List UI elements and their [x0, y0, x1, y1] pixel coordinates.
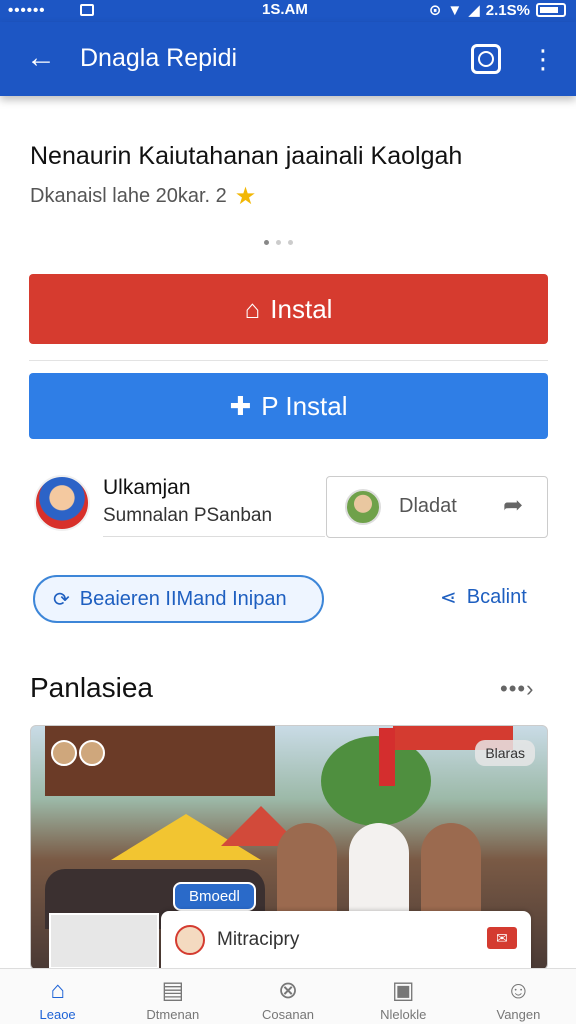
chat-avatar — [175, 925, 205, 955]
divider — [29, 360, 548, 361]
nav-item-profile[interactable]: ☺ Vangen — [461, 969, 576, 1024]
document-icon: ▣ — [391, 977, 415, 1004]
section-more-button[interactable]: •••› — [500, 676, 534, 702]
cell-signal-icon: ◢ — [468, 2, 480, 19]
book-icon: ▤ — [161, 977, 185, 1004]
author-avatar[interactable] — [34, 475, 90, 531]
link-icon: ⟳ — [53, 588, 70, 611]
app-headline: Nenaurin Kaiutahanan jaainali Kaolgah — [30, 142, 463, 170]
nav-label: Cosanan — [261, 1007, 315, 1022]
share-icon: ⋖ — [440, 587, 457, 609]
status-bar: •••••• 1S.AM ⊙ ▼ ◢ 2.1S% — [0, 0, 576, 22]
featured-photo[interactable]: Blaras Bmoedl Mitracipry ✉ — [30, 725, 548, 970]
nav-label: Vangen — [496, 1007, 541, 1022]
section-title: Panlasiea — [30, 672, 153, 703]
home-icon: ⌂ — [50, 977, 65, 1004]
download-card[interactable]: Dladat ➦ — [326, 476, 548, 538]
nav-item-document[interactable]: ▣ Nlelokle — [346, 969, 461, 1024]
battery-percent: 2.1S% — [485, 1, 530, 19]
photo-tag-mid[interactable]: Bmoedl — [173, 882, 256, 911]
sync-icon: ⊙ — [428, 2, 442, 19]
share-link[interactable]: ⋖ Bcalint — [440, 585, 527, 610]
mail-icon[interactable]: ✉ — [487, 927, 517, 949]
chat-card[interactable]: Mitracipry ✉ — [161, 911, 531, 969]
signal-dots: •••••• — [8, 2, 46, 19]
install-button-primary[interactable]: ⌂ Instal — [29, 274, 548, 344]
nav-item-compass[interactable]: ⊗ Cosanan — [230, 969, 345, 1024]
nav-item-home[interactable]: ⌂ Leaoe — [0, 969, 115, 1024]
battery-icon — [536, 3, 566, 17]
house-icon: ⌂ — [244, 293, 261, 324]
app-bar: ← Dnagla Repidi ⋮ — [0, 22, 576, 96]
back-arrow-icon[interactable]: ← — [26, 40, 56, 76]
photo-thumbnails[interactable] — [49, 913, 159, 969]
wifi-icon: ▼ — [447, 1, 463, 19]
person-icon: ☺ — [506, 977, 531, 1004]
photo-flag — [379, 728, 395, 786]
forward-arrow-icon: ➦ — [503, 492, 524, 519]
author-name[interactable]: Ulkamjan — [103, 476, 191, 500]
divider — [103, 536, 325, 537]
app-subtitle-row: Dkanaisl lahe 20kar. 2 ★ — [30, 182, 256, 211]
status-time: 1S.AM — [262, 1, 308, 18]
bottom-nav: ⌂ Leaoe ▤ Dtmenan ⊗ Cosanan ▣ Nlelokle ☺… — [0, 968, 576, 1024]
nav-label: Leaoe — [39, 1007, 76, 1022]
install-label-secondary: P Instal — [261, 390, 348, 421]
feature-chip-label: Beaieren IIMand Inipan — [79, 587, 287, 610]
author-subtitle: Sumnalan PSanban — [103, 505, 273, 526]
nav-item-book[interactable]: ▤ Dtmenan — [115, 969, 230, 1024]
compass-icon: ⊗ — [277, 977, 299, 1004]
carousel-pager — [264, 240, 293, 245]
feature-chip[interactable]: ⟳ Beaieren IIMand Inipan — [33, 575, 324, 623]
pager-dot[interactable] — [276, 240, 281, 245]
chat-text: Mitracipry — [217, 929, 300, 950]
status-right: ⊙ ▼ ◢ 2.1S% — [429, 1, 566, 19]
nav-label: Dtmenan — [146, 1007, 200, 1022]
app-bar-title: Dnagla Repidi — [80, 44, 238, 72]
download-thumbnail — [345, 489, 381, 525]
share-label: Bcalint — [466, 586, 527, 608]
photo-tag-top[interactable]: Blaras — [475, 740, 535, 766]
install-button-secondary[interactable]: ✚ P Instal — [29, 373, 548, 439]
pager-dot[interactable] — [288, 240, 293, 245]
star-icon: ★ — [234, 183, 257, 210]
download-label: Dladat — [399, 495, 457, 517]
more-vert-icon[interactable]: ⋮ — [530, 42, 556, 76]
pager-dot[interactable] — [264, 240, 269, 245]
nav-label: Nlelokle — [380, 1007, 427, 1022]
sim-icon — [80, 4, 94, 16]
puzzle-icon: ✚ — [229, 390, 252, 421]
checkbox-badge-icon[interactable] — [471, 44, 501, 74]
install-label: Instal — [270, 293, 333, 324]
photo-avatars — [51, 740, 105, 766]
app-subtitle: Dkanaisl lahe 20kar. 2 — [30, 185, 227, 207]
